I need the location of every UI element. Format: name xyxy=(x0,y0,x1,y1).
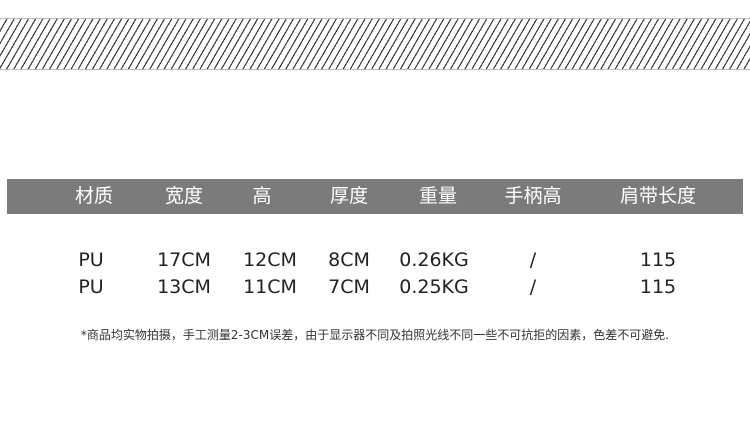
header-strap-length: 肩带长度 xyxy=(619,185,697,207)
table-row: PU 13CM 11CM 7CM 0.25KG / 115 xyxy=(7,274,743,300)
hatch-bottom-rule xyxy=(0,69,750,70)
header-height: 高 xyxy=(252,185,272,207)
disclaimer-note: *商品均实物拍摄，手工测量2-3CM误差，由于显示器不同及拍照光线不同一些不可抗… xyxy=(80,328,670,342)
cell-height: 11CM xyxy=(243,276,297,298)
cell-material: PU xyxy=(78,276,104,298)
cell-height: 12CM xyxy=(243,249,297,271)
cell-strap-length: 115 xyxy=(639,249,677,271)
header-material: 材质 xyxy=(74,185,114,207)
cell-width: 13CM xyxy=(157,276,211,298)
table-row: PU 17CM 12CM 8CM 0.26KG / 115 xyxy=(7,247,743,273)
hatch-top-rule xyxy=(0,18,750,19)
header-width: 宽度 xyxy=(164,185,204,207)
decorative-hatch-band xyxy=(0,18,750,70)
header-thickness: 厚度 xyxy=(329,185,369,207)
spec-table-header: 材质 宽度 高 厚度 重量 手柄高 肩带长度 xyxy=(7,179,743,214)
cell-material: PU xyxy=(78,249,104,271)
cell-weight: 0.25KG xyxy=(399,276,469,298)
header-weight: 重量 xyxy=(418,185,458,207)
cell-strap-length: 115 xyxy=(639,276,677,298)
cell-handle-height: / xyxy=(529,249,537,271)
header-handle-height: 手柄高 xyxy=(504,185,562,207)
cell-handle-height: / xyxy=(529,276,537,298)
cell-thickness: 7CM xyxy=(328,276,370,298)
cell-thickness: 8CM xyxy=(328,249,370,271)
cell-width: 17CM xyxy=(157,249,211,271)
cell-weight: 0.26KG xyxy=(399,249,469,271)
